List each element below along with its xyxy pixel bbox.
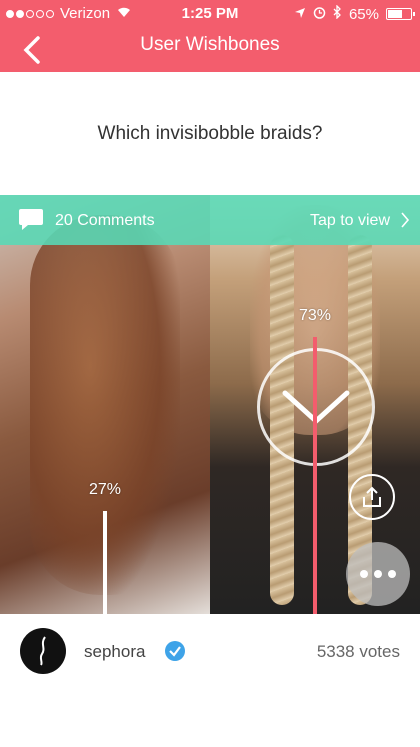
tap-to-view-label: Tap to view (309, 212, 390, 229)
bluetooth-icon (333, 4, 342, 23)
question-text: Which invisibobble braids? (97, 122, 323, 144)
verified-badge-icon (164, 640, 186, 667)
right-percent-label: 73% (298, 307, 332, 324)
footer: sephora 5338 votes (0, 614, 420, 747)
status-bar: Verizon 1:25 PM 65% (0, 0, 420, 28)
battery-percent: 65% (348, 5, 379, 23)
votes-count: 5338 votes (316, 642, 400, 661)
status-right: 65% (294, 4, 415, 23)
comments-count: 20 Comments (55, 212, 155, 229)
right-percent-bar (313, 337, 317, 614)
left-percent-label: 27% (88, 481, 122, 498)
page-title: User Wishbones (140, 34, 280, 55)
alarm-icon (313, 6, 326, 23)
chevron-right-icon (400, 211, 410, 234)
share-button[interactable] (349, 474, 395, 520)
battery-icon (386, 8, 415, 20)
username[interactable]: sephora (84, 642, 145, 662)
comments-bar[interactable]: 20 Comments Tap to view (0, 195, 420, 245)
location-icon (294, 6, 306, 23)
top-bar: Verizon 1:25 PM 65% User Wishbones (0, 0, 420, 72)
sephora-logo-icon (39, 636, 46, 666)
left-percent-bar (103, 511, 107, 614)
more-dot-icon (360, 570, 368, 578)
avatar[interactable] (20, 628, 66, 674)
nav-bar: User Wishbones (0, 28, 420, 72)
comment-icon (18, 208, 44, 237)
share-icon (363, 486, 381, 507)
more-options-button[interactable] (346, 542, 410, 606)
